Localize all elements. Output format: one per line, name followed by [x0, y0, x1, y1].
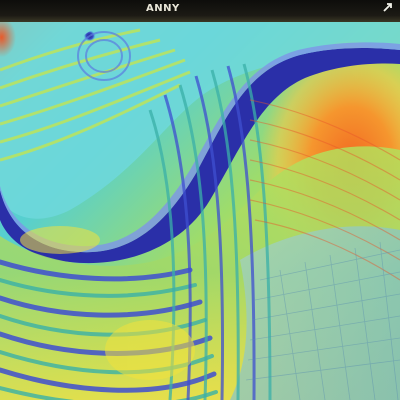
abstract-artwork	[0, 0, 400, 400]
corner-red-glow	[0, 22, 80, 132]
image-frame: ANNY	[0, 0, 400, 400]
header-text: ANNY	[146, 3, 180, 14]
arrow-icon	[383, 3, 392, 12]
blue-spiral	[74, 28, 134, 84]
top-bar: ANNY	[0, 0, 400, 22]
